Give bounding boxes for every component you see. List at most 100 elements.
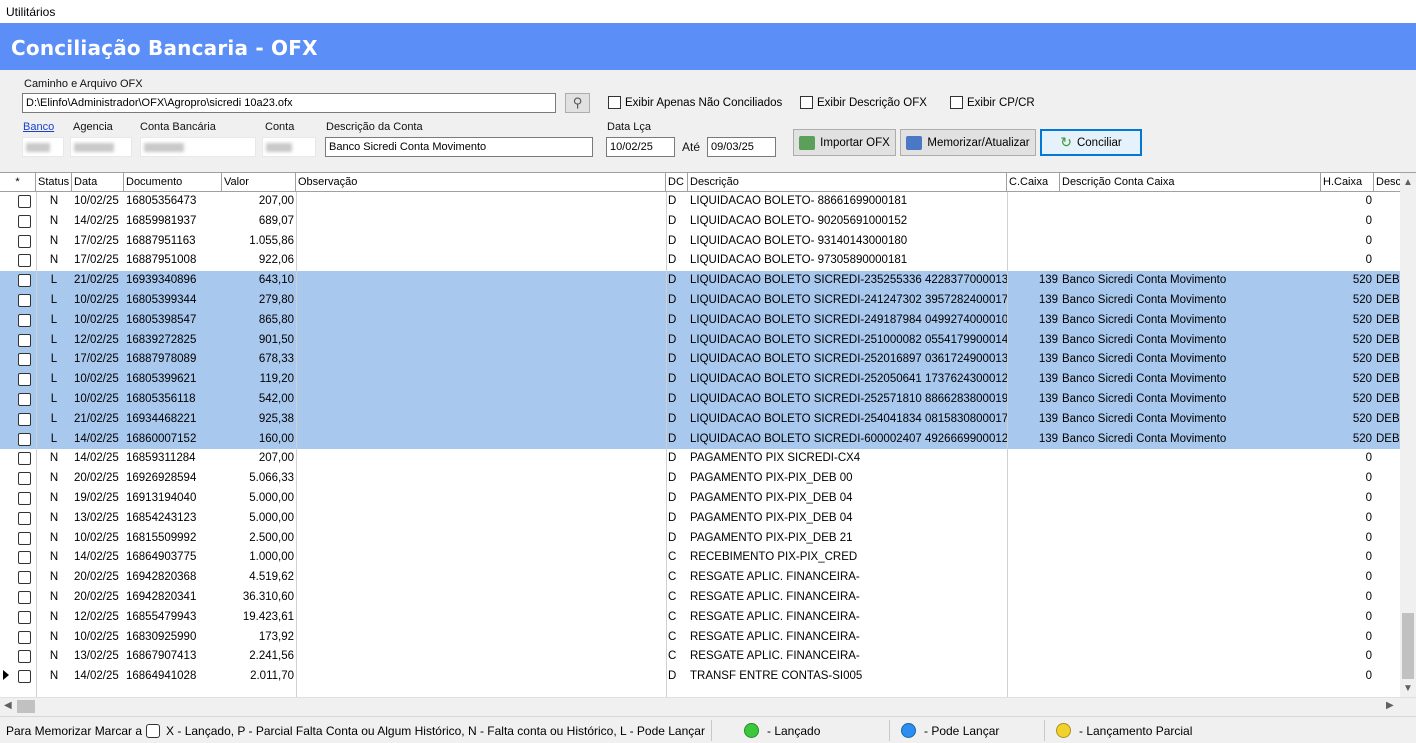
- row-checkbox[interactable]: [18, 551, 31, 565]
- data-de-input[interactable]: 10/02/25: [606, 137, 675, 157]
- col-dc[interactable]: DC: [666, 173, 688, 192]
- banco-input[interactable]: [22, 137, 64, 157]
- col-data[interactable]: Data: [72, 173, 124, 192]
- exibir-nao-conciliados-checkbox[interactable]: Exibir Apenas Não Conciliados: [608, 96, 782, 109]
- row-checkbox[interactable]: [18, 472, 31, 486]
- scroll-up-icon[interactable]: ▲: [1403, 177, 1413, 188]
- table-row[interactable]: L 17/02/25 16887978089 678,33 D LIQUIDACAO BO…: [0, 350, 1400, 371]
- data-lca-label: Data Lça: [607, 121, 652, 133]
- table-row[interactable]: N 17/02/25 16887951163 1.055,86 D LIQUIDACAO …: [0, 232, 1400, 252]
- row-checkbox[interactable]: [18, 373, 31, 387]
- caminho-input[interactable]: D:\Elinfo\Administrador\OFX\Agropro\sicr…: [22, 93, 556, 113]
- descricao-conta-input[interactable]: Banco Sicredi Conta Movimento: [325, 137, 593, 157]
- row-checkbox[interactable]: [18, 492, 31, 505]
- cell-dc: D: [668, 412, 677, 425]
- col-descricao-caixa[interactable]: Descrição Conta Caixa: [1060, 173, 1321, 192]
- table-row[interactable]: N 20/02/25 16942820368 4.519,62 C RESGATE APL…: [0, 568, 1400, 588]
- row-checkbox[interactable]: [18, 591, 31, 604]
- conta-input[interactable]: [262, 137, 316, 157]
- cell-ccaixa: [1007, 588, 1060, 608]
- cell-ccaixa: 139: [1038, 274, 1058, 287]
- memorizar-button[interactable]: Memorizar/Atualizar: [900, 129, 1036, 156]
- scroll-left-icon[interactable]: ◀: [4, 700, 12, 711]
- table-row[interactable]: N 17/02/25 16887951008 922,06 D LIQUIDACAO BO…: [0, 251, 1400, 271]
- banco-label[interactable]: Banco: [23, 121, 54, 133]
- table-row[interactable]: N 14/02/25 16859311284 207,00 D PAGAMENTO PIX…: [0, 449, 1400, 469]
- col-hcaixa[interactable]: H.Caixa: [1321, 173, 1374, 192]
- hscroll-thumb[interactable]: [17, 700, 35, 713]
- col-descricao[interactable]: Descrição: [688, 173, 1007, 192]
- row-checkbox[interactable]: [18, 531, 31, 545]
- cell-observacao: [296, 588, 666, 608]
- cell-descricao: RESGATE APLIC. FINANCEIRA-: [690, 630, 860, 643]
- cell-hcaixa: 520: [1352, 393, 1372, 405]
- row-checkbox[interactable]: [18, 393, 31, 406]
- table-row[interactable]: N 14/02/25 16864941028 2.011,70 D TRANSF ENTR…: [0, 667, 1400, 687]
- table-row[interactable]: L 10/02/25 16805398547 865,80 D LIQUIDACAO BO…: [0, 310, 1400, 331]
- row-checkbox[interactable]: [18, 610, 31, 624]
- table-row[interactable]: L 14/02/25 16860007152 160,00 D LIQUIDACAO BO…: [0, 429, 1400, 450]
- agencia-input[interactable]: [70, 137, 132, 157]
- table-row[interactable]: N 14/02/25 16859981937 689,07 D LIQUIDACAO BO…: [0, 212, 1400, 232]
- col-ccaixa[interactable]: C.Caixa: [1007, 173, 1060, 192]
- scroll-right-icon[interactable]: ▶: [1386, 700, 1394, 711]
- row-checkbox[interactable]: [18, 313, 31, 327]
- row-checkbox[interactable]: [18, 195, 31, 208]
- horizontal-scrollbar[interactable]: ◀ ▶: [0, 697, 1416, 714]
- row-checkbox[interactable]: [18, 214, 31, 228]
- conciliar-button[interactable]: ↻ Conciliar: [1040, 129, 1142, 156]
- divider: [666, 192, 667, 697]
- importar-ofx-button[interactable]: Importar OFX: [793, 129, 896, 156]
- table-row[interactable]: N 12/02/25 16855479943 19.423,61 C RESGATE AP…: [0, 608, 1400, 628]
- table-row[interactable]: N 20/02/25 16926928594 5.066,33 D PAGAMENTO P…: [0, 469, 1400, 489]
- vertical-scrollbar[interactable]: ▲ ▼: [1400, 173, 1416, 697]
- browse-button[interactable]: ⚲: [565, 93, 590, 113]
- table-row[interactable]: N 14/02/25 16864903775 1.000,00 C RECEBIMENTO…: [0, 548, 1400, 568]
- col-star[interactable]: *: [0, 173, 36, 192]
- exibir-cpcr-checkbox[interactable]: Exibir CP/CR: [950, 96, 1035, 109]
- table-row[interactable]: N 13/02/25 16867907413 2.241,56 C RESGATE APL…: [0, 647, 1400, 667]
- cell-descricao-caixa: [1060, 509, 1321, 529]
- menu-utilitarios[interactable]: Utilitários: [6, 5, 55, 19]
- row-checkbox[interactable]: [18, 650, 31, 664]
- cell-documento: 16867907413: [126, 650, 197, 663]
- cell-descricao-caixa: [1060, 647, 1321, 667]
- row-checkbox[interactable]: [18, 630, 31, 644]
- scroll-down-icon[interactable]: ▼: [1403, 683, 1413, 694]
- col-status[interactable]: Status: [36, 173, 72, 192]
- row-checkbox[interactable]: [18, 412, 31, 426]
- data-ate-input[interactable]: 09/03/25: [707, 137, 776, 157]
- cell-desx: [1374, 509, 1400, 529]
- table-row[interactable]: L 12/02/25 16839272825 901,50 D LIQUIDACAO BO…: [0, 330, 1400, 351]
- table-row[interactable]: L 21/02/25 16939340896 643,10 D LIQUIDACAO BO…: [0, 271, 1400, 291]
- col-desx[interactable]: Desc: [1374, 173, 1400, 192]
- col-valor[interactable]: Valor: [222, 173, 296, 192]
- row-checkbox[interactable]: [18, 254, 31, 268]
- row-checkbox[interactable]: [18, 294, 31, 307]
- scroll-thumb[interactable]: [1402, 613, 1414, 679]
- col-documento[interactable]: Documento: [124, 173, 222, 192]
- table-row[interactable]: N 10/02/25 16805356473 207,00 D LIQUIDACAO BO…: [0, 192, 1400, 212]
- table-row[interactable]: N 19/02/25 16913194040 5.000,00 D PAGAMENTO P…: [0, 489, 1400, 509]
- table-row[interactable]: N 10/02/25 16815509992 2.500,00 D PAGAMENTO P…: [0, 529, 1400, 549]
- row-checkbox[interactable]: [18, 333, 31, 347]
- table-row[interactable]: N 20/02/25 16942820341 36.310,60 C RESGATE AP…: [0, 588, 1400, 608]
- row-checkbox[interactable]: [18, 274, 31, 288]
- table-row[interactable]: L 10/02/25 16805356118 542,00 D LIQUIDACAO BO…: [0, 390, 1400, 410]
- row-checkbox[interactable]: [18, 353, 31, 367]
- row-checkbox[interactable]: [18, 452, 31, 466]
- table-row[interactable]: N 10/02/25 16830925990 173,92 C RESGATE APLIC…: [0, 628, 1400, 648]
- row-checkbox[interactable]: [18, 432, 31, 446]
- conta-bancaria-input[interactable]: [140, 137, 256, 157]
- table-row[interactable]: L 10/02/25 16805399621 119,20 D LIQUIDACAO BO…: [0, 370, 1400, 390]
- table-row[interactable]: L 21/02/25 16934468221 925,38 D LIQUIDACAO BO…: [0, 409, 1400, 430]
- cell-ccaixa: [1007, 667, 1060, 687]
- row-checkbox[interactable]: [18, 234, 31, 248]
- row-checkbox[interactable]: [18, 511, 31, 525]
- table-row[interactable]: N 13/02/25 16854243123 5.000,00 D PAGAMENTO P…: [0, 509, 1400, 529]
- table-row[interactable]: L 10/02/25 16805399344 279,80 D LIQUIDACAO BO…: [0, 291, 1400, 311]
- exibir-descricao-ofx-checkbox[interactable]: Exibir Descrição OFX: [800, 96, 927, 109]
- col-observacao[interactable]: Observação: [296, 173, 666, 192]
- row-checkbox[interactable]: [18, 571, 31, 585]
- row-checkbox[interactable]: [18, 670, 31, 684]
